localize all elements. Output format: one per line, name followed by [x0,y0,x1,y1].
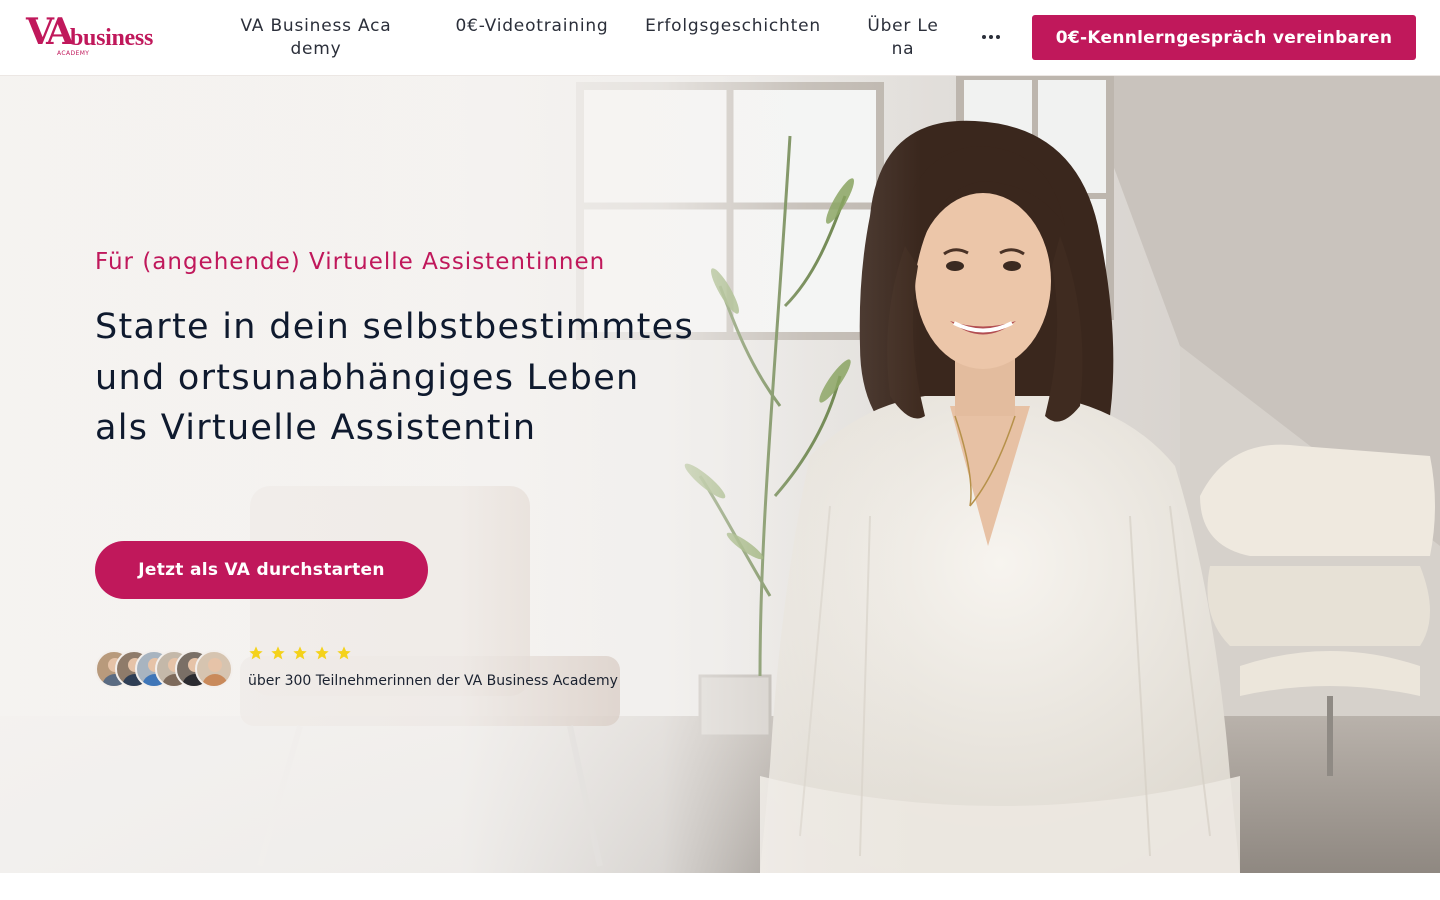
kennlerngespraech-button[interactable]: 0€-Kennlerngespräch vereinbaren [1032,15,1416,60]
hero-eyebrow: Für (angehende) Virtuelle Assistentinnen [95,249,606,275]
social-proof-text: über 300 Teilnehmerinnen der VA Business… [248,673,618,689]
nav-link-ueber-lena[interactable]: Über Lena [862,15,944,61]
logo-mark: VA [26,11,74,53]
star-icon [249,646,263,660]
participant-avatars [95,650,235,688]
logo-subline: ACADEMY [57,50,90,57]
nav-link-erfolgsgeschichten[interactable]: Erfolgsgeschichten [636,15,830,38]
logo-wordmark: business [70,25,153,51]
hero-section: Für (angehende) Virtuelle Assistentinnen… [0,76,1440,873]
jetzt-durchstarten-button[interactable]: Jetzt als VA durchstarten [95,541,428,599]
star-icon [271,646,285,660]
hero-overlay-gradient [0,76,1440,873]
rating-stars [248,645,352,665]
ellipsis-icon [982,35,1000,39]
star-icon [315,646,329,660]
site-header: VA business ACADEMY VA Business Academy … [0,0,1440,76]
va-business-academy-logo[interactable]: VA business ACADEMY [26,14,168,58]
avatar [195,650,233,688]
nav-more-button[interactable] [976,26,1006,48]
star-icon [293,646,307,660]
star-icon [337,646,351,660]
nav-link-videotraining[interactable]: 0€-Videotraining [452,15,612,38]
nav-link-va-business-academy[interactable]: VA Business Academy [236,15,396,61]
hero-headline: Starte in dein selbstbestimmtes und orts… [95,307,695,448]
